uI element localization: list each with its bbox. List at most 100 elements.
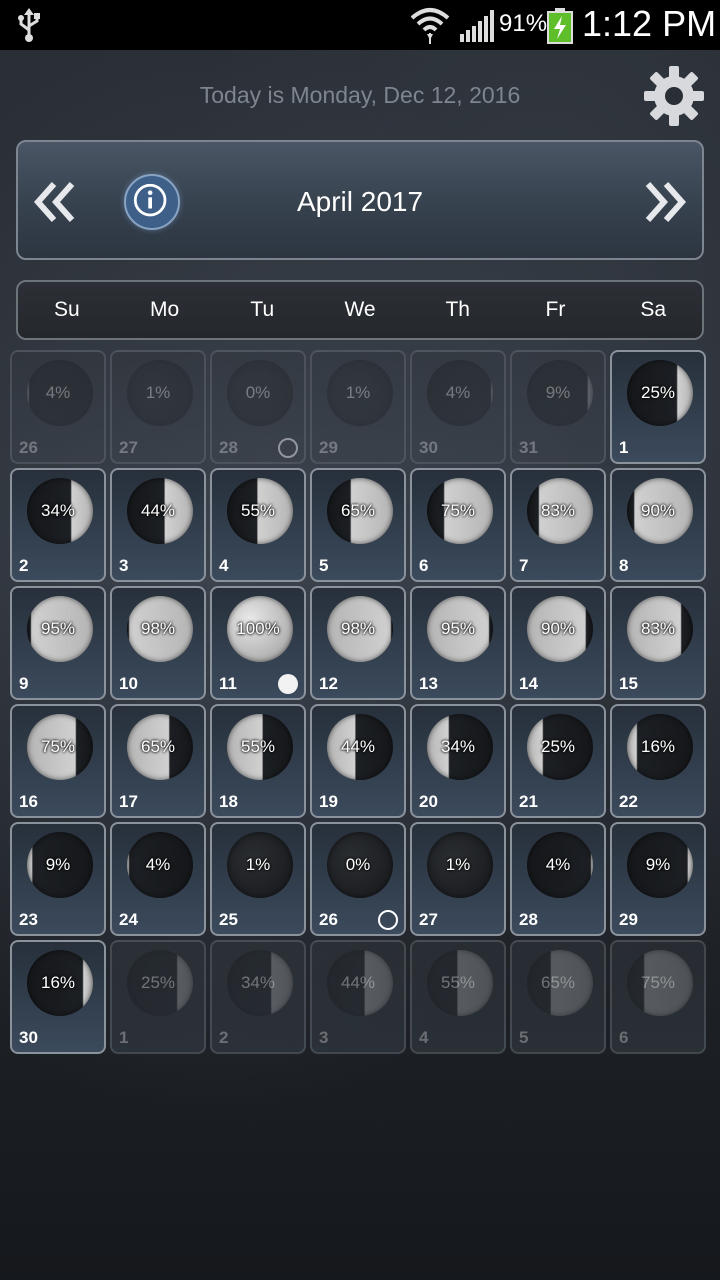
day-number: 4 bbox=[219, 556, 229, 575]
day-cell[interactable]: 44% 19 bbox=[310, 704, 406, 818]
day-cell[interactable]: 65% 5 bbox=[310, 468, 406, 582]
day-cell[interactable]: 98% 12 bbox=[310, 586, 406, 700]
day-cell[interactable]: 98% 10 bbox=[110, 586, 206, 700]
illumination-percent: 44% bbox=[140, 501, 176, 520]
day-cell[interactable]: 34% 2 bbox=[210, 940, 306, 1054]
new-moon-marker-icon bbox=[278, 438, 298, 458]
illumination-percent: 55% bbox=[240, 501, 276, 520]
illumination-percent: 0% bbox=[345, 855, 371, 874]
illumination-percent: 65% bbox=[140, 737, 176, 756]
day-cell[interactable]: 65% 17 bbox=[110, 704, 206, 818]
illumination-percent: 25% bbox=[640, 383, 676, 402]
day-number: 21 bbox=[519, 792, 538, 811]
day-cell[interactable]: 4% 26 bbox=[10, 350, 106, 464]
day-number: 4 bbox=[419, 1028, 429, 1047]
day-cell[interactable]: 1% 25 bbox=[210, 822, 306, 936]
weekday-label: Sa bbox=[640, 298, 667, 321]
day-cell[interactable]: 9% 31 bbox=[510, 350, 606, 464]
day-cell[interactable]: 90% 8 bbox=[610, 468, 706, 582]
day-number: 29 bbox=[619, 910, 638, 929]
day-number: 15 bbox=[619, 674, 638, 693]
illumination-percent: 25% bbox=[540, 737, 576, 756]
illumination-percent: 34% bbox=[240, 973, 276, 992]
day-cell[interactable]: 75% 16 bbox=[10, 704, 106, 818]
illumination-percent: 9% bbox=[45, 855, 71, 874]
full-moon-marker-icon bbox=[278, 674, 298, 694]
day-cell[interactable]: 95% 9 bbox=[10, 586, 106, 700]
day-cell[interactable]: 9% 23 bbox=[10, 822, 106, 936]
illumination-percent: 1% bbox=[245, 855, 271, 874]
day-cell[interactable]: 75% 6 bbox=[610, 940, 706, 1054]
day-number: 26 bbox=[319, 910, 338, 929]
day-cell[interactable]: 0% 26 bbox=[310, 822, 406, 936]
day-cell[interactable]: 34% 2 bbox=[10, 468, 106, 582]
illumination-percent: 9% bbox=[545, 383, 571, 402]
gear-icon[interactable] bbox=[642, 64, 706, 128]
illumination-percent: 95% bbox=[440, 619, 476, 638]
illumination-percent: 75% bbox=[640, 973, 676, 992]
day-number: 5 bbox=[319, 556, 329, 575]
day-number: 2 bbox=[19, 556, 29, 575]
day-cell[interactable]: 83% 15 bbox=[610, 586, 706, 700]
day-cell[interactable]: 9% 29 bbox=[610, 822, 706, 936]
day-number: 24 bbox=[119, 910, 138, 929]
day-cell[interactable]: 25% 1 bbox=[110, 940, 206, 1054]
illumination-percent: 75% bbox=[440, 501, 476, 520]
day-cell[interactable]: 65% 5 bbox=[510, 940, 606, 1054]
day-number: 11 bbox=[219, 674, 237, 693]
day-cell[interactable]: 16% 30 bbox=[10, 940, 106, 1054]
day-cell[interactable]: 25% 21 bbox=[510, 704, 606, 818]
day-number: 1 bbox=[119, 1028, 129, 1047]
day-number: 6 bbox=[419, 556, 429, 575]
day-cell[interactable]: 34% 20 bbox=[410, 704, 506, 818]
weekday-label: Th bbox=[445, 298, 470, 321]
day-cell[interactable]: 25% 1 bbox=[610, 350, 706, 464]
day-number: 16 bbox=[19, 792, 38, 811]
day-cell[interactable]: 16% 22 bbox=[610, 704, 706, 818]
day-cell[interactable]: 0% 28 bbox=[210, 350, 306, 464]
illumination-percent: 16% bbox=[40, 973, 76, 992]
illumination-percent: 83% bbox=[640, 619, 676, 638]
illumination-percent: 83% bbox=[540, 501, 576, 520]
illumination-percent: 65% bbox=[540, 973, 576, 992]
day-number: 12 bbox=[319, 674, 338, 693]
day-number: 18 bbox=[219, 792, 238, 811]
day-cell[interactable]: 55% 18 bbox=[210, 704, 306, 818]
day-cell[interactable]: 4% 28 bbox=[510, 822, 606, 936]
illumination-percent: 55% bbox=[240, 737, 276, 756]
day-number: 19 bbox=[319, 792, 338, 811]
day-cell[interactable]: 55% 4 bbox=[410, 940, 506, 1054]
day-cell[interactable]: 83% 7 bbox=[510, 468, 606, 582]
month-navigator: April 2017 bbox=[16, 140, 704, 260]
illumination-percent: 98% bbox=[340, 619, 376, 638]
day-number: 28 bbox=[519, 910, 538, 929]
illumination-percent: 1% bbox=[345, 383, 371, 402]
weekday-label: We bbox=[344, 298, 376, 321]
day-cell[interactable]: 55% 4 bbox=[210, 468, 306, 582]
day-number: 6 bbox=[619, 1028, 629, 1047]
illumination-percent: 90% bbox=[640, 501, 676, 520]
day-number: 27 bbox=[119, 438, 138, 457]
illumination-percent: 1% bbox=[145, 383, 171, 402]
illumination-percent: 16% bbox=[640, 737, 676, 756]
day-cell[interactable]: 1% 27 bbox=[410, 822, 506, 936]
day-number: 23 bbox=[19, 910, 38, 929]
day-cell[interactable]: 4% 24 bbox=[110, 822, 206, 936]
day-number: 14 bbox=[519, 674, 538, 693]
day-number: 2 bbox=[219, 1028, 229, 1047]
day-cell[interactable]: 90% 14 bbox=[510, 586, 606, 700]
day-cell[interactable]: 44% 3 bbox=[110, 468, 206, 582]
day-cell[interactable]: 95% 13 bbox=[410, 586, 506, 700]
day-cell[interactable]: 44% 3 bbox=[310, 940, 406, 1054]
day-cell[interactable]: 1% 27 bbox=[110, 350, 206, 464]
day-number: 30 bbox=[19, 1028, 38, 1047]
double-chevron-right-icon[interactable] bbox=[640, 178, 688, 226]
day-cell[interactable]: 4% 30 bbox=[410, 350, 506, 464]
day-cell[interactable]: 100% 11 bbox=[210, 586, 306, 700]
day-number: 13 bbox=[419, 674, 438, 693]
day-number: 25 bbox=[219, 910, 238, 929]
day-cell[interactable]: 75% 6 bbox=[410, 468, 506, 582]
day-cell[interactable]: 1% 29 bbox=[310, 350, 406, 464]
usb-icon bbox=[18, 8, 40, 42]
illumination-percent: 44% bbox=[340, 737, 376, 756]
